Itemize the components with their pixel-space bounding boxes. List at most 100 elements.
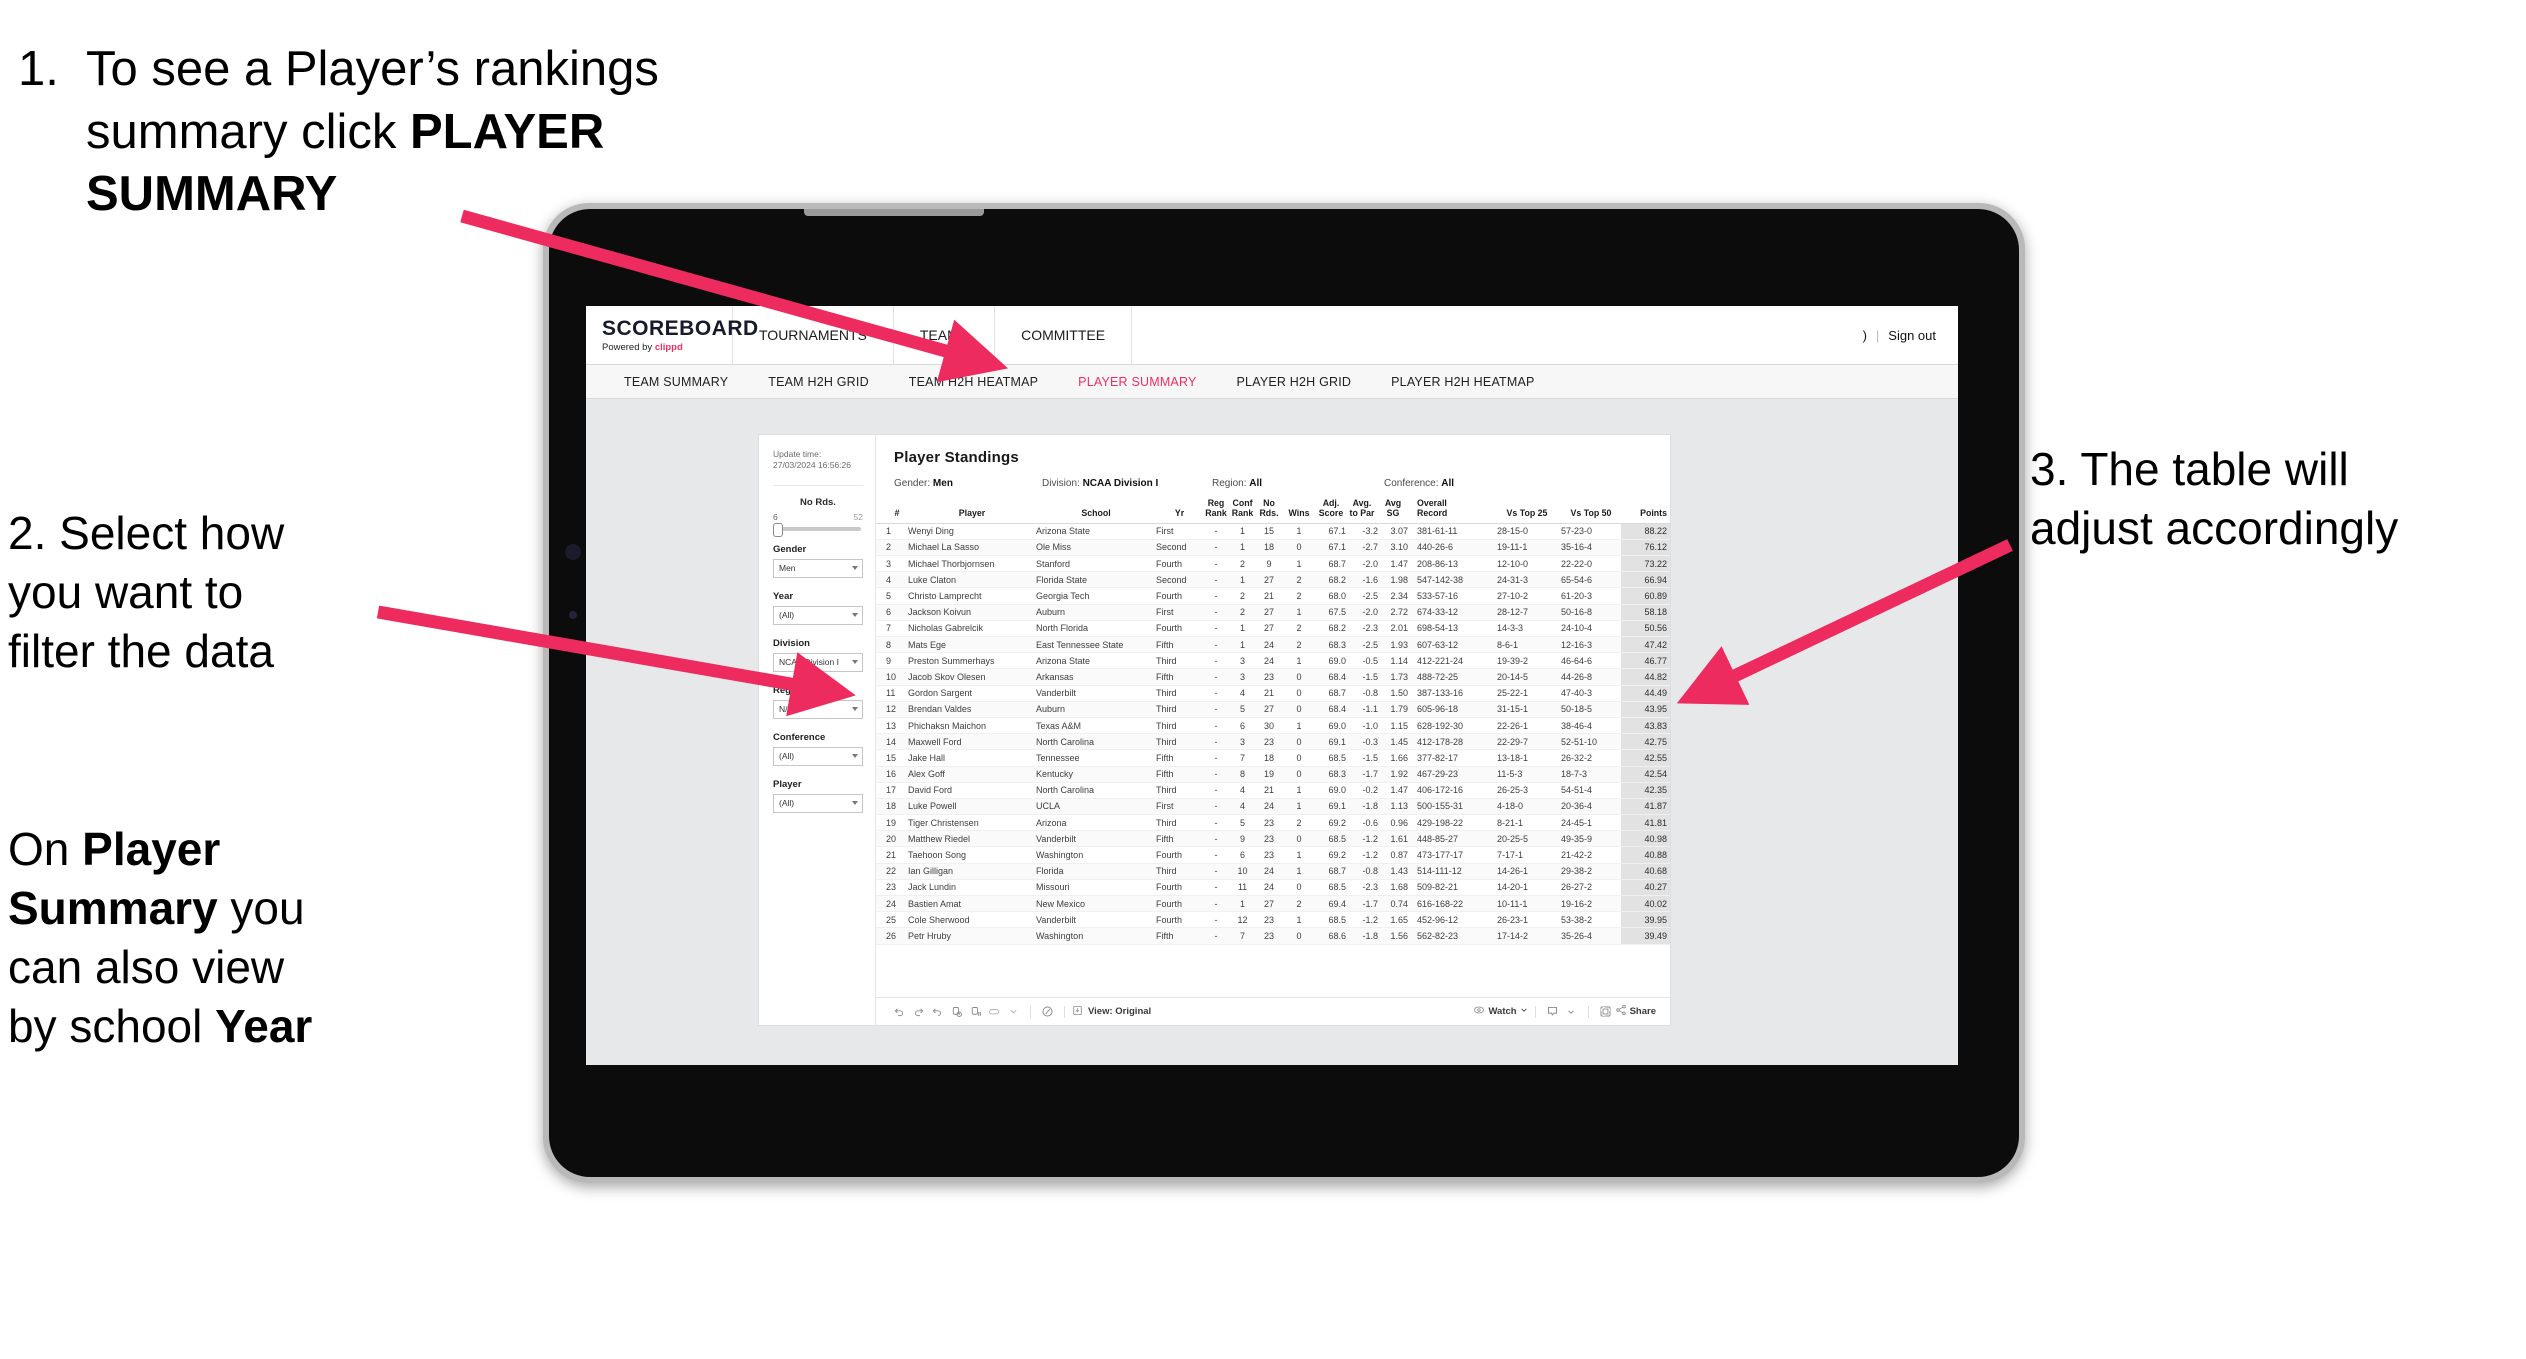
table-row[interactable]: 12 Brendan Valdes Auburn Third -5 27 0 68.4 -1.1… — [876, 701, 1670, 718]
col-avg-sg[interactable]: Avg SG — [1378, 499, 1408, 524]
fullscreen-icon[interactable] — [1596, 1002, 1615, 1021]
topnav-item-teams[interactable]: TEAMS — [894, 306, 996, 364]
table-row[interactable]: 15 Jake Hall Tennessee Fifth -7 18 0 68.5 -1.5 1.… — [876, 749, 1670, 767]
table-row[interactable]: 4 Luke Claton Florida State Second -1 27 2 68.2… — [876, 571, 1670, 589]
table-row[interactable]: 8 Mats Ege East Tennessee State Fifth -1 24 2 6… — [876, 636, 1670, 654]
refresh-data-icon[interactable] — [947, 1002, 966, 1021]
tab-player-h2h-heatmap[interactable]: PLAYER H2H HEATMAP — [1371, 375, 1554, 389]
standings-table-scroll[interactable]: # Player School Yr Reg Rank Conf Rank No Rd… — [876, 499, 1670, 997]
view-original-button[interactable]: View: Original — [1072, 1005, 1151, 1019]
col-school[interactable]: School — [1036, 499, 1156, 524]
table-row[interactable]: 9 Preston Summerhays Arizona State Third -3 2… — [876, 652, 1670, 670]
cell-player: Petr Hruby — [908, 927, 1036, 945]
slider-track[interactable] — [773, 522, 861, 537]
cell-avg-sg: 1.45 — [1378, 733, 1408, 751]
topnav-item-tournaments[interactable]: TOURNAMENTS — [733, 306, 894, 364]
col-points[interactable]: Points — [1621, 499, 1670, 524]
cell-yr: Third — [1156, 782, 1203, 799]
col-avg-to-par[interactable]: Avg. to Par — [1346, 499, 1378, 524]
pause-auto-update-icon[interactable] — [1038, 1002, 1057, 1021]
revert-icon[interactable] — [928, 1002, 947, 1021]
table-row[interactable]: 13 Phichaksn Maichon Texas A&M Third -6 30 1 69… — [876, 717, 1670, 735]
col-vs-top-50[interactable]: Vs Top 50 — [1557, 499, 1621, 524]
table-row[interactable]: 16 Alex Goff Kentucky Fifth -8 19 0 68.3 -1.7 1.9… — [876, 766, 1670, 783]
filter-region-select[interactable]: N/A — [773, 699, 863, 719]
annotation-2b-bold3: Year — [215, 999, 313, 1052]
table-row[interactable]: 26 Petr Hruby Washington Fifth -7 23 0 68.6 -1.8… — [876, 927, 1670, 945]
table-row[interactable]: 17 David Ford North Carolina Third -4 21 1 69.0… — [876, 782, 1670, 799]
table-row[interactable]: 22 Ian Gilligan Florida Third -10 24 1 68.7 -0.8… — [876, 863, 1670, 880]
account-user-icon[interactable]: ) — [1863, 328, 1867, 343]
brand-logo[interactable]: SCOREBOARD Powered by clippd — [586, 306, 758, 364]
table-row[interactable]: 7 Nicholas Gabrelcik North Florida Fourth -1… — [876, 620, 1670, 638]
download-chevron-down-icon[interactable] — [1562, 1002, 1581, 1021]
undo-icon[interactable] — [890, 1002, 909, 1021]
table-row[interactable]: 11 Gordon Sargent Vanderbilt Third -4 21 0 68.7… — [876, 685, 1670, 702]
cell-conf-rank: 12 — [1229, 911, 1256, 929]
col-rank[interactable]: # — [876, 499, 908, 524]
redo-icon[interactable] — [909, 1002, 928, 1021]
table-row[interactable]: 25 Cole Sherwood Vanderbilt Fourth -12 23 1 68.… — [876, 911, 1670, 929]
share-button[interactable]: Share — [1615, 1004, 1656, 1019]
cell-player: Taehoon Song — [908, 846, 1036, 864]
no-rounds-slider[interactable]: No Rds. 6 52 — [773, 497, 863, 537]
table-row[interactable]: 23 Jack Lundin Missouri Fourth -11 24 0 68.5 -2.… — [876, 879, 1670, 897]
table-row[interactable]: 5 Christo Lamprecht Georgia Tech Fourth -2 21… — [876, 587, 1670, 605]
cell-vs-top-50: 35-16-4 — [1557, 539, 1621, 557]
rectangle-select-icon[interactable] — [985, 1002, 1004, 1021]
table-row[interactable]: 19 Tiger Christensen Arizona Third -5 23 2 69.2… — [876, 814, 1670, 832]
col-conf-rank[interactable]: Conf Rank — [1229, 499, 1256, 524]
table-row[interactable]: 18 Luke Powell UCLA First -4 24 1 69.1 -1.8 1.13 5… — [876, 798, 1670, 816]
col-wins[interactable]: Wins — [1282, 499, 1316, 524]
tab-team-h2h-grid[interactable]: TEAM H2H GRID — [748, 375, 889, 389]
col-vs-top-25[interactable]: Vs Top 25 — [1493, 499, 1557, 524]
col-reg-rank[interactable]: Reg Rank — [1203, 499, 1229, 524]
viz-bottom-toolbar: View: Original Watch Share — [876, 997, 1670, 1025]
filter-gender-label: Gender — [773, 543, 807, 555]
select-dropdown-chevron-icon[interactable] — [1004, 1002, 1023, 1021]
filter-year: Year (All) — [773, 591, 863, 625]
table-row[interactable]: 14 Maxwell Ford North Carolina Third -3 23 0 69… — [876, 733, 1670, 751]
tab-team-summary[interactable]: TEAM SUMMARY — [604, 375, 748, 389]
cell-avg-sg: 1.68 — [1378, 879, 1408, 897]
table-row[interactable]: 10 Jacob Skov Olesen Arkansas Fifth -3 23 0 68.… — [876, 668, 1670, 686]
annotation-1-number: 1. — [18, 42, 59, 96]
watch-button[interactable]: Watch — [1473, 1004, 1527, 1019]
filter-player-select[interactable]: (All) — [773, 793, 863, 813]
col-no-rds[interactable]: No Rds. — [1256, 499, 1282, 524]
table-row[interactable]: 1 Wenyi Ding Arizona State First -1 15 1 67.1 -3… — [876, 523, 1670, 540]
col-adj-score[interactable]: Adj. Score — [1316, 499, 1346, 524]
cell-overall-record: 616-168-22 — [1408, 895, 1493, 913]
cell-vs-top-25: 4-18-0 — [1493, 798, 1557, 816]
tab-player-h2h-grid[interactable]: PLAYER H2H GRID — [1217, 375, 1372, 389]
cell-school: Vanderbilt — [1036, 830, 1156, 848]
filter-gender-select[interactable]: Men — [773, 558, 863, 578]
table-row[interactable]: 21 Taehoon Song Washington Fourth -6 23 1 69.2-… — [876, 846, 1670, 864]
slider-handle[interactable] — [773, 522, 783, 537]
tab-team-h2h-heatmap[interactable]: TEAM H2H HEATMAP — [889, 375, 1058, 389]
filter-player-label: Player — [773, 778, 802, 790]
download-icon[interactable] — [1543, 1002, 1562, 1021]
cell-vs-top-25: 19-11-1 — [1493, 539, 1557, 557]
cell-adj-score: 68.4 — [1316, 701, 1346, 718]
sign-out-link[interactable]: Sign out — [1888, 328, 1936, 343]
cell-no-rds: 21 — [1256, 685, 1282, 702]
table-row[interactable]: 3 Michael Thorbjornsen Stanford Fourth -2 9 1 6… — [876, 555, 1670, 573]
filter-conference-select[interactable]: (All) — [773, 746, 863, 766]
topnav-item-committee[interactable]: COMMITTEE — [995, 306, 1133, 364]
col-yr[interactable]: Yr — [1156, 499, 1203, 524]
table-row[interactable]: 6 Jackson Koivun Auburn First -2 27 1 67.5 -2.0 2… — [876, 604, 1670, 621]
tab-player-summary[interactable]: PLAYER SUMMARY — [1058, 375, 1216, 389]
view-icon — [1072, 1005, 1083, 1019]
col-player[interactable]: Player — [908, 499, 1036, 524]
filter-year-select[interactable]: (All) — [773, 605, 863, 625]
table-row[interactable]: 2 Michael La Sasso Ole Miss Second -1 18 0 67.1… — [876, 539, 1670, 557]
table-row[interactable]: 24 Bastien Amat New Mexico Fourth -1 27 2 69.4-… — [876, 895, 1670, 913]
filter-division-select[interactable]: NCAA Division I — [773, 652, 863, 672]
col-overall-record[interactable]: Overall Record — [1408, 499, 1493, 524]
cell-school: Florida — [1036, 863, 1156, 880]
table-row[interactable]: 20 Matthew Riedel Vanderbilt Fifth -9 23 0 68.5… — [876, 830, 1670, 848]
cell-player: Gordon Sargent — [908, 685, 1036, 702]
pause-refresh-icon[interactable] — [966, 1002, 985, 1021]
filter-conference-value: (All) — [779, 751, 795, 762]
